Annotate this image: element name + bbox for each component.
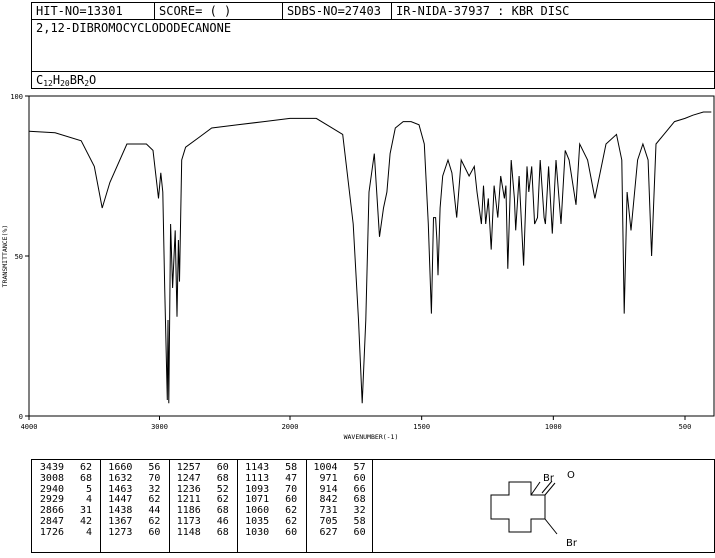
y-tick-label: 100 (10, 93, 23, 101)
peak-wavenumber: 1113 (245, 472, 270, 484)
y-axis-label: TRANSMITTANCE(%) (1, 225, 9, 288)
peak-row: 1247 68 (175, 472, 229, 485)
peak-column: 1004 57 971 60 914 66 842 68 731 32 705 58 627 60 (312, 462, 366, 539)
peak-wavenumber: 3008 (39, 472, 64, 484)
peak-transmittance: 60 (353, 472, 366, 484)
ir-info: IR-NIDA-37937 : KBR DISC (396, 4, 570, 18)
structure-box: O Br Br (372, 459, 715, 553)
peak-wavenumber: 971 (319, 472, 338, 484)
peak-wavenumber: 1148 (176, 526, 201, 538)
peak-wavenumber: 1726 (39, 526, 64, 538)
compound-name: 2,12-DIBROMOCYCLODODECANONE (36, 21, 232, 35)
bromine-bond-top (530, 481, 541, 496)
x-tick-label: 3000 (151, 423, 168, 431)
peak-column: 1143 58 1113 47 1093 70 1071 60 1060 62 1035 62 1030… (243, 462, 298, 539)
x-tick-label: 1000 (545, 423, 562, 431)
peak-transmittance: 68 (216, 472, 229, 484)
x-axis-label: WAVENUMBER(-1) (344, 433, 399, 441)
peak-transmittance: 60 (148, 526, 161, 538)
formula-box: C12H20BR2O (31, 71, 715, 89)
oxygen-label: O (567, 470, 575, 481)
bromine-label-bottom: Br (566, 538, 578, 549)
cyclododecane-ring (490, 481, 546, 533)
compound-name-box: 2,12-DIBROMOCYCLODODECANONE (31, 19, 715, 72)
peak-wavenumber: 1273 (108, 526, 133, 538)
peak-transmittance: 47 (285, 472, 298, 484)
structure-diagram: O Br Br (490, 470, 578, 549)
peak-wavenumber: 1030 (245, 526, 270, 538)
score: SCORE= ( ) (159, 4, 232, 18)
peak-wavenumber: 1632 (108, 472, 133, 484)
peak-transmittance: 70 (148, 472, 161, 484)
peak-row: 1113 47 (243, 472, 298, 485)
peak-row: 627 60 (312, 526, 366, 539)
carbonyl-bond (544, 482, 556, 496)
sdbs-number: SDBS-NO=27403 (287, 4, 381, 18)
peak-transmittance: 60 (285, 526, 298, 538)
peak-wavenumber: 1247 (176, 472, 201, 484)
peak-column-divider (168, 460, 170, 552)
x-tick-label: 2000 (282, 423, 299, 431)
peak-row: 3008 68 (38, 472, 92, 485)
y-tick-label: 50 (15, 253, 23, 261)
peak-column-divider (237, 460, 239, 552)
peak-row: 1148 68 (175, 526, 229, 539)
peak-row: 1632 70 (106, 472, 161, 485)
peak-column: 1660 56 1632 70 1463 32 1447 62 1438 44 1367 62 1273… (106, 462, 161, 539)
header-bar: HIT-NO=13301 SCORE= ( ) SDBS-NO=27403 IR… (31, 2, 715, 20)
peak-transmittance: 68 (79, 472, 92, 484)
x-tick-label: 1500 (413, 423, 430, 431)
peak-row: 971 60 (312, 472, 366, 485)
peak-wavenumber: 627 (319, 526, 338, 538)
peak-transmittance: 4 (85, 526, 92, 538)
peak-transmittance: 68 (216, 526, 229, 538)
bromine-label-top: Br (543, 473, 555, 484)
x-tick-label: 500 (679, 423, 692, 431)
peak-column-divider (305, 460, 307, 552)
hit-number: HIT-NO=13301 (36, 4, 123, 18)
peak-row: 1030 60 (243, 526, 298, 539)
peak-row: 1273 60 (106, 526, 161, 539)
x-tick-label: 4000 (21, 423, 38, 431)
peak-row: 1726 4 (38, 526, 92, 539)
peak-transmittance: 60 (353, 526, 366, 538)
peak-column: 3439 62 3008 68 2940 5 2929 4 2866 31 2847 42 1726 4 (38, 462, 92, 539)
bromine-bond-bottom (544, 518, 558, 535)
peak-column-divider (100, 460, 102, 552)
y-tick-label: 0 (19, 413, 23, 421)
peak-table: 3439 62 3008 68 2940 5 2929 4 2866 31 2847 42 1726 4 1… (31, 459, 373, 553)
peak-column: 1257 60 1247 68 1236 52 1211 62 1186 68 1173 46 1148… (175, 462, 229, 539)
spectrum-line (28, 111, 712, 404)
